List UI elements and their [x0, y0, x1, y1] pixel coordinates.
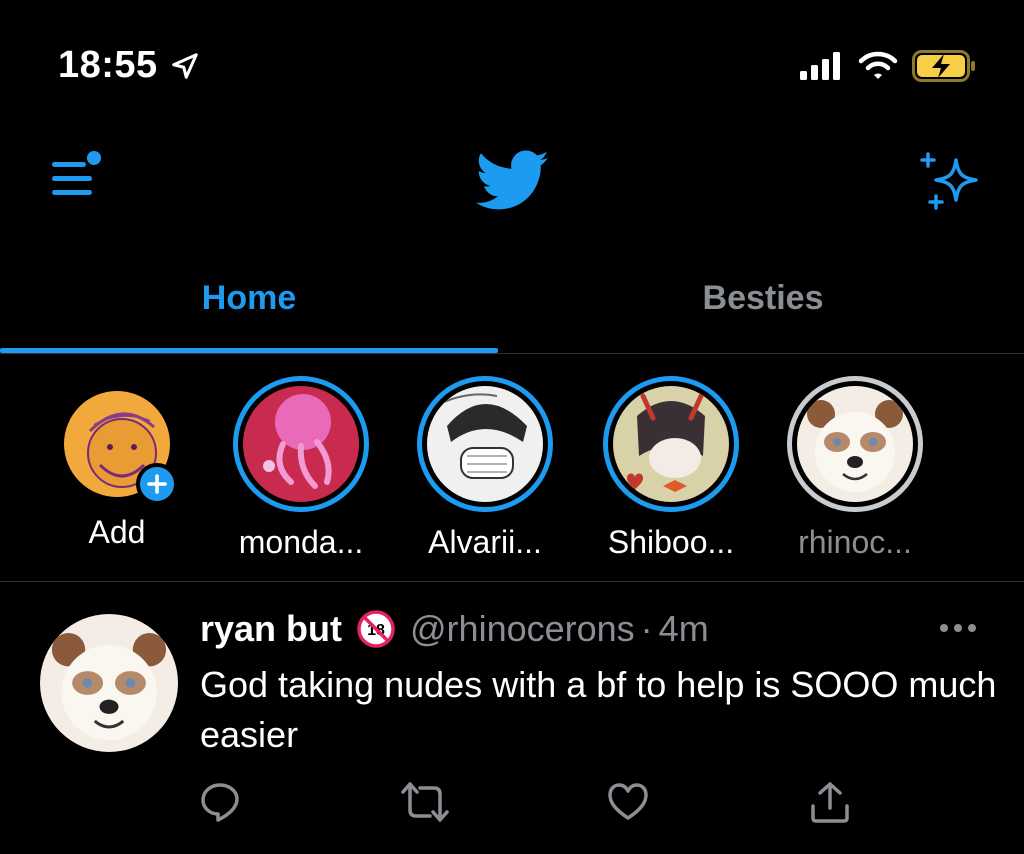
fleet-label: rhinoc...: [798, 524, 912, 560]
fleet-avatar-ring: [59, 386, 178, 505]
wifi-icon: [858, 51, 898, 79]
status-time: 18:55: [58, 44, 200, 87]
fleet-avatar-ring: [603, 376, 739, 512]
signal-icon: [800, 52, 840, 80]
fleet-item[interactable]: rhinoc...: [760, 376, 950, 561]
tweet-avatar[interactable]: [40, 614, 178, 752]
fleet-label: Shiboo...: [607, 524, 735, 560]
fleet-item[interactable]: Shiboo...: [576, 376, 766, 561]
twitter-logo[interactable]: [475, 150, 550, 217]
avatar: [427, 386, 543, 502]
tab-divider: [0, 353, 1024, 354]
fleet-label: Add: [88, 514, 146, 550]
fleet-avatar-ring: [787, 376, 923, 512]
fleet-divider: [0, 581, 1024, 582]
avatar: [613, 386, 729, 502]
share-icon: [811, 782, 849, 823]
location-arrow-icon: [171, 52, 198, 79]
tweet-handle[interactable]: @rhinocerons: [410, 608, 635, 650]
status-indicators: [800, 50, 976, 82]
tab-besties[interactable]: Besties: [514, 270, 1012, 326]
fleet-item[interactable]: monda...: [206, 376, 396, 561]
fleet-label: Alvarii...: [428, 524, 542, 560]
reply-icon: [201, 783, 239, 822]
fleet-avatar-ring: [417, 376, 553, 512]
tweet-header: ryan but 18 @rhinocerons · 4m: [200, 608, 709, 650]
add-fleet-button[interactable]: [136, 463, 178, 505]
share-button[interactable]: [808, 780, 852, 829]
fleet-add[interactable]: Add: [22, 376, 212, 551]
avatar: [243, 386, 359, 502]
like-icon: [608, 783, 648, 820]
fleet-avatar-ring: [233, 376, 369, 512]
reply-button[interactable]: [198, 780, 242, 829]
like-button[interactable]: [606, 780, 650, 829]
tweet-timestamp[interactable]: 4m: [659, 608, 709, 650]
fleet-label: monda...: [238, 524, 364, 560]
plus-icon: [147, 474, 167, 494]
tweet-more-button[interactable]: [938, 618, 978, 643]
twitter-bird-icon: [475, 150, 549, 210]
tweet-display-name[interactable]: ryan but: [200, 608, 342, 650]
battery-charging-icon: [912, 50, 975, 82]
fleet-item[interactable]: Alvarii...: [390, 376, 580, 561]
tweet-text: God taking nudes with a bf to help is SO…: [200, 664, 997, 755]
top-tweets-button[interactable]: [918, 150, 982, 217]
tweet-separator: ·: [640, 608, 653, 649]
avatar: [797, 386, 913, 502]
sparkle-icon: [920, 152, 978, 210]
status-time-text: 18:55: [58, 44, 158, 86]
retweet-button[interactable]: [400, 780, 450, 829]
menu-button[interactable]: [50, 150, 106, 202]
menu-icon: [52, 151, 101, 195]
tweet-actions: [0, 780, 1024, 830]
tab-home[interactable]: Home: [0, 270, 498, 326]
more-icon: [940, 624, 976, 632]
adult-badge: 18: [356, 609, 396, 649]
retweet-icon: [401, 782, 449, 822]
